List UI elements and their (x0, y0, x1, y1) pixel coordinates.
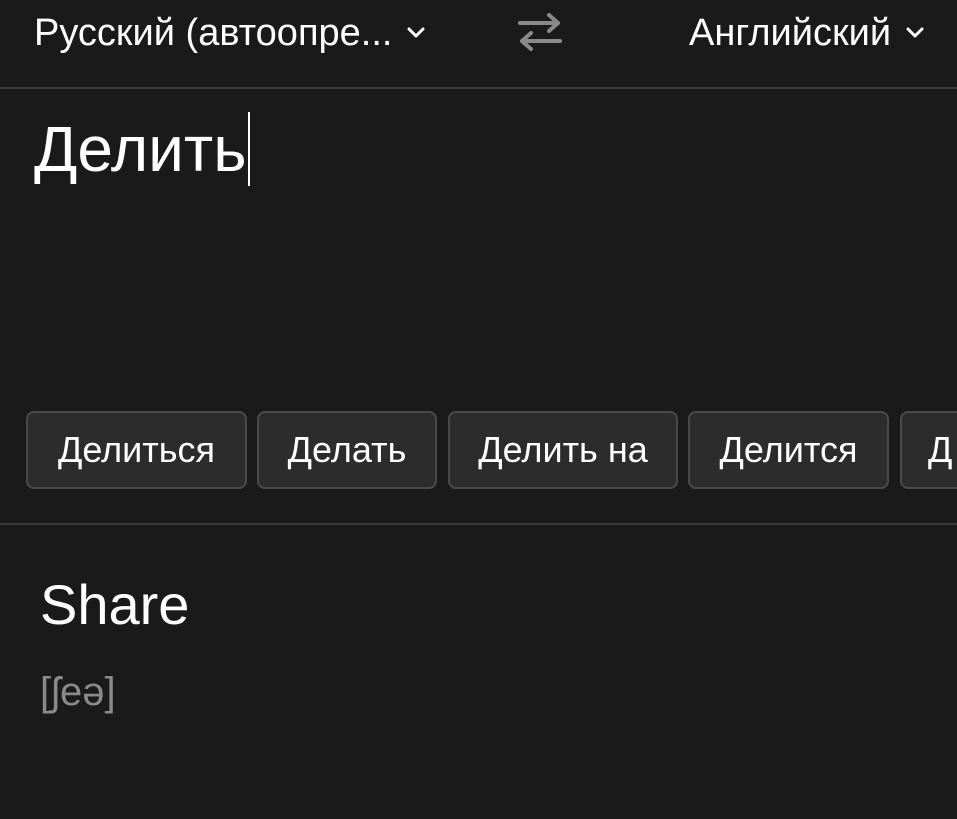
suggestion-chip[interactable]: Делится (688, 411, 889, 489)
target-language-select[interactable]: Английский (689, 0, 925, 66)
suggestion-chip[interactable]: Делить на (448, 411, 678, 489)
translator-app: Русский (автоопре... Английский Делить Д… (0, 0, 957, 819)
input-text: Делить (34, 113, 247, 185)
translation-result[interactable]: Share (40, 572, 189, 638)
source-text-input[interactable]: Делить Делиться Делать Делить на Делится… (0, 89, 957, 523)
text-caret (247, 112, 250, 186)
input-text-value[interactable]: Делить (34, 111, 250, 187)
language-bar: Русский (автоопре... Английский (0, 0, 957, 89)
suggestion-chip[interactable]: Д (900, 411, 957, 489)
suggestion-chips: Делиться Делать Делить на Делится Д (26, 411, 957, 493)
transcription: [ʃeə] (40, 670, 116, 714)
source-language-label: Русский (автоопре... (34, 11, 393, 54)
suggestion-chip[interactable]: Делать (257, 411, 437, 489)
suggestion-chip[interactable]: Делиться (26, 411, 247, 489)
target-language-label: Английский (689, 11, 892, 54)
chevron-down-icon (407, 27, 425, 38)
chevron-down-icon (906, 27, 924, 38)
source-language-select[interactable]: Русский (автоопре... (34, 0, 426, 66)
swap-languages-icon[interactable] (514, 10, 566, 54)
divider (0, 523, 957, 525)
